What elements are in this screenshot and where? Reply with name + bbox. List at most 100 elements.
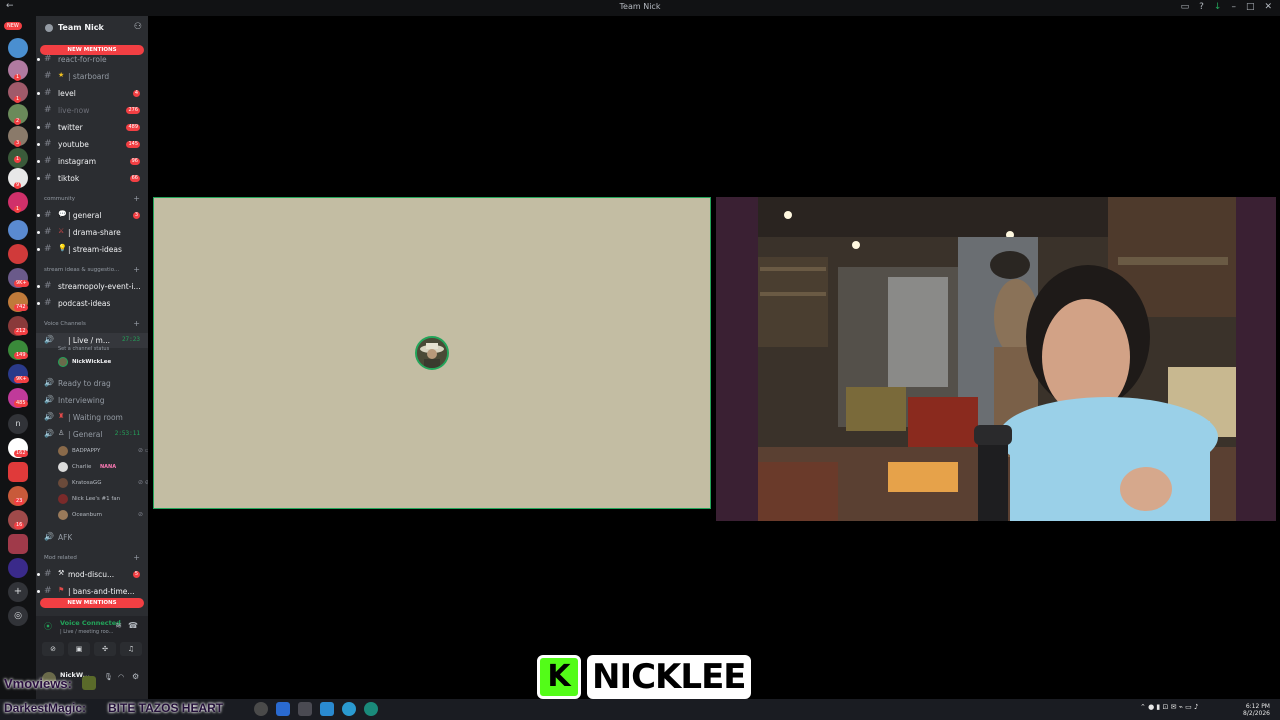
- gear-icon[interactable]: ⚙: [132, 672, 139, 681]
- channel-live-now[interactable]: # live-now 276: [36, 103, 148, 118]
- channel-level[interactable]: # level 4: [36, 86, 148, 101]
- server-icon[interactable]: [8, 38, 28, 58]
- add-channel-icon[interactable]: +: [133, 319, 140, 328]
- muted-icon: ⊘ ▭: [138, 447, 148, 454]
- mention-badge: 3: [132, 212, 140, 219]
- voice-channel-afk[interactable]: 🔊 AFK: [36, 530, 148, 545]
- soundboard-icon[interactable]: ♫: [120, 642, 142, 656]
- maximize-button[interactable]: □: [1246, 2, 1255, 12]
- person-hat-icon: [417, 338, 447, 368]
- server-badge: 162: [14, 450, 28, 457]
- disconnect-icon[interactable]: ☎: [128, 621, 138, 630]
- server-badge: 9: [14, 182, 22, 189]
- hash-icon: #: [44, 156, 52, 166]
- user-name: Charlie: [72, 464, 92, 470]
- microphone-icon[interactable]: 🎙: [104, 673, 113, 681]
- server-header[interactable]: Team Nick ⌄ ⚇: [36, 16, 148, 40]
- headphones-icon[interactable]: ◠: [118, 673, 124, 681]
- taskbar-app-icon[interactable]: [276, 702, 290, 716]
- channel-tiktok[interactable]: # tiktok 66: [36, 171, 148, 186]
- speaker-icon: 🔊: [44, 395, 54, 404]
- category-mod-related[interactable]: Mod related: [44, 555, 77, 561]
- channel-twitter[interactable]: # twitter 489: [36, 120, 148, 135]
- server-rail: NEW 1 1 2 3 1 9 1 9K+ 742 212 149 9K+ 48…: [0, 16, 36, 700]
- download-icon[interactable]: ↓: [1214, 2, 1222, 12]
- category-voice-channels[interactable]: Voice Channels: [44, 321, 86, 327]
- server-badge-icon: [45, 24, 53, 32]
- unread-indicator: [37, 126, 40, 129]
- noise-suppression-icon[interactable]: ≋: [115, 621, 122, 630]
- window-controls: ▭ ? ↓ – □ ✕: [1181, 2, 1272, 12]
- taskbar-app-icon[interactable]: [298, 702, 312, 716]
- server-icon[interactable]: n: [8, 414, 28, 434]
- voice-channel-interviewing[interactable]: 🔊 Interviewing: [36, 393, 148, 408]
- screen-share-tile[interactable]: [153, 197, 711, 509]
- channel-label: | starboard: [68, 72, 110, 81]
- voice-channel-waiting-room[interactable]: 🔊 ♜ | Waiting room: [36, 410, 148, 425]
- mention-badge: 145: [126, 141, 140, 148]
- channel-general[interactable]: # 💬 | general 3: [36, 208, 148, 223]
- channel-starboard[interactable]: # ★ | starboard: [36, 69, 148, 84]
- tray-icons[interactable]: ⌃ ● ▮ ⊡ ✉ ⌁ ▭ ♪: [1140, 703, 1198, 711]
- screen-share-icon[interactable]: ▣: [68, 642, 90, 656]
- add-channel-icon[interactable]: +: [133, 265, 140, 274]
- webcam-video: [758, 197, 1236, 521]
- chat-ticker-message: BITE TAZOS HEART: [108, 701, 224, 715]
- invite-icon[interactable]: ⚇: [134, 22, 142, 32]
- channel-stream-ideas[interactable]: # 💡 | stream-ideas: [36, 242, 148, 257]
- speaker-icon: 🔊: [44, 532, 54, 541]
- channel-drama-share[interactable]: # ⚔ | drama-share: [36, 225, 148, 240]
- taskbar-app-icon[interactable]: [364, 702, 378, 716]
- unread-indicator: [37, 214, 40, 217]
- lightbulb-icon: 💡: [58, 244, 67, 252]
- mention-badge: 489: [126, 124, 140, 131]
- camera-off-icon[interactable]: ⊘: [42, 642, 64, 656]
- edge-browser-icon[interactable]: [342, 702, 356, 716]
- discover-icon[interactable]: ◎: [8, 606, 28, 626]
- category-stream-ideas[interactable]: stream ideas & suggestio...: [44, 267, 119, 273]
- camera-tile[interactable]: [716, 197, 1276, 521]
- hash-icon: #: [44, 122, 52, 132]
- voice-connected-channel[interactable]: | Live / meeting roo...: [60, 629, 113, 635]
- channel-streamopoly[interactable]: # streamopoly-event-i...: [36, 279, 148, 294]
- taskbar: DarkestMagic: BITE TAZOS HEART ⌃ ● ▮ ⊡ ✉…: [0, 699, 1280, 720]
- voice-channel-general[interactable]: 🔊 ♙ | General 2:53:11: [36, 427, 148, 442]
- add-channel-icon[interactable]: +: [133, 194, 140, 203]
- channel-instagram[interactable]: # instagram 96: [36, 154, 148, 169]
- channel-label: | stream-ideas: [68, 245, 122, 254]
- server-icon[interactable]: [8, 558, 28, 578]
- server-icon[interactable]: [8, 244, 28, 264]
- close-button[interactable]: ✕: [1264, 2, 1272, 12]
- channel-mod-discussion[interactable]: # ⚒ mod-discu... 5: [36, 567, 148, 582]
- unread-indicator: [37, 58, 40, 61]
- activities-icon[interactable]: ✣: [94, 642, 116, 656]
- help-icon[interactable]: ?: [1199, 2, 1204, 12]
- system-clock[interactable]: 6:12 PM 8/2/2026: [1243, 703, 1270, 717]
- minimize-button[interactable]: –: [1231, 2, 1236, 12]
- add-channel-icon[interactable]: +: [133, 553, 140, 562]
- user-tag: NANA: [100, 464, 117, 470]
- hash-icon: #: [44, 227, 52, 237]
- voice-channel-ready-to-drag[interactable]: 🔊 Ready to drag: [36, 376, 148, 391]
- channel-label: Ready to drag: [58, 379, 111, 388]
- channel-react-for-role[interactable]: # react-for-role: [36, 52, 148, 67]
- server-badge: 9K+: [14, 376, 29, 383]
- taskbar-app-icon[interactable]: [320, 702, 334, 716]
- server-icon[interactable]: [8, 462, 28, 482]
- mention-badge: 5: [132, 571, 140, 578]
- add-server-icon[interactable]: +: [8, 582, 28, 602]
- channel-podcast-ideas[interactable]: # podcast-ideas: [36, 296, 148, 311]
- voice-connected-label[interactable]: Voice Connected: [60, 619, 121, 627]
- server-icon[interactable]: [8, 534, 28, 554]
- channel-status[interactable]: Set a channel status: [58, 346, 109, 352]
- mention-badge: 66: [129, 175, 140, 182]
- server-icon[interactable]: [8, 220, 28, 240]
- taskbar-app-icon[interactable]: [254, 702, 268, 716]
- category-community[interactable]: community: [44, 196, 75, 202]
- server-badge: 3: [14, 140, 22, 147]
- new-mentions-pill[interactable]: NEW MENTIONS: [40, 598, 144, 608]
- channel-bans-and-timeouts[interactable]: # ⚑ | bans-and-time...: [36, 584, 148, 599]
- channel-youtube[interactable]: # youtube 145: [36, 137, 148, 152]
- inbox-icon[interactable]: ▭: [1181, 2, 1190, 12]
- channel-label: podcast-ideas: [58, 299, 111, 308]
